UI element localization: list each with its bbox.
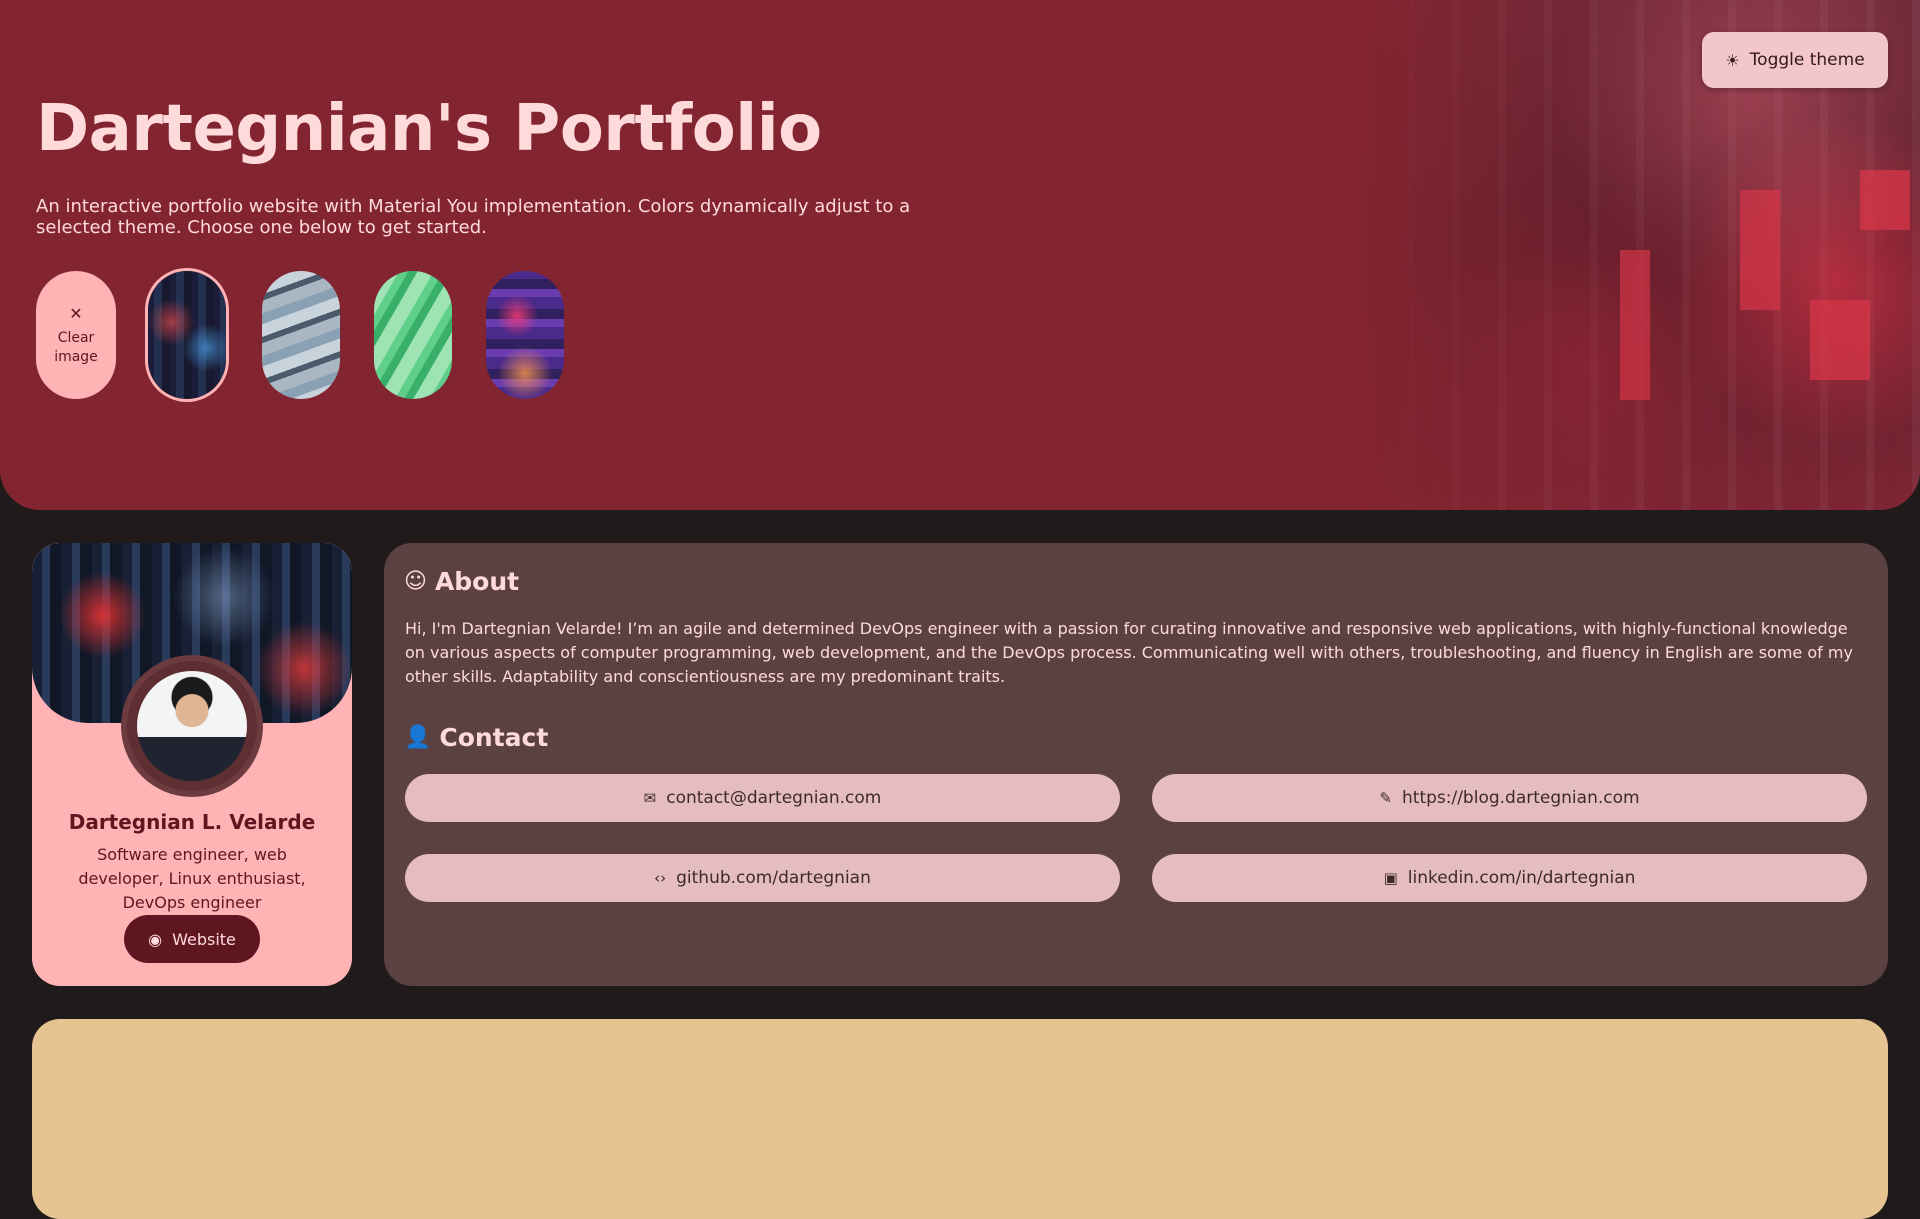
github-label: github.com/dartegnian — [676, 868, 871, 888]
blog-label: https://blog.dartegnian.com — [1402, 788, 1640, 808]
about-contact-card: ☺ About Hi, I'm Dartegnian Velarde! I’m … — [384, 543, 1888, 986]
page-title: Dartegnian's Portfolio — [36, 92, 822, 166]
clear-image-label-1: Clear — [57, 329, 95, 346]
linkedin-label: linkedin.com/in/dartegnian — [1407, 868, 1636, 888]
hero-banner: ☀ Toggle theme Dartegnian's Portfolio An… — [0, 0, 1920, 510]
globe-icon: ◉ — [148, 929, 163, 949]
about-text: Hi, I'm Dartegnian Velarde! I’m an agile… — [405, 619, 1853, 686]
face-icon: ☺ — [404, 569, 427, 594]
theme-thumbnail-green-waves[interactable] — [374, 271, 452, 399]
theme-thumbnail-city-night[interactable] — [148, 271, 226, 399]
about-heading: ☺ About — [404, 567, 519, 596]
close-icon: ✕ — [69, 303, 83, 323]
person-add-icon: 👤 — [404, 725, 432, 750]
toggle-theme-label: Toggle theme — [1749, 50, 1865, 70]
avatar-frame — [127, 661, 257, 791]
website-button[interactable]: ◉ Website — [124, 915, 260, 963]
email-link[interactable]: ✉ contact@dartegnian.com — [405, 774, 1120, 822]
clear-image-button[interactable]: ✕ Clear image — [36, 271, 116, 399]
contact-heading: 👤 Contact — [404, 723, 548, 752]
pencil-icon: ✎ — [1379, 789, 1392, 807]
next-section-card — [32, 1019, 1888, 1219]
code-icon: ‹› — [654, 869, 667, 887]
email-label: contact@dartegnian.com — [666, 788, 882, 808]
mail-icon: ✉ — [643, 789, 657, 807]
profile-role: Software engineer, web developer, Linux … — [78, 845, 306, 912]
avatar — [137, 671, 247, 781]
linkedin-link[interactable]: ▣ linkedin.com/in/dartegnian — [1152, 854, 1867, 902]
theme-thumbnail-neon-purple[interactable] — [486, 271, 564, 399]
contact-heading-label: Contact — [439, 723, 549, 752]
toggle-theme-button[interactable]: ☀ Toggle theme — [1702, 32, 1888, 88]
theme-thumbnail-architecture[interactable] — [262, 271, 340, 399]
blog-link[interactable]: ✎ https://blog.dartegnian.com — [1152, 774, 1867, 822]
profile-card: Dartegnian L. Velarde Software engineer,… — [32, 543, 352, 986]
website-label: Website — [172, 929, 236, 949]
github-link[interactable]: ‹› github.com/dartegnian — [405, 854, 1120, 902]
profile-name: Dartegnian L. Velarde — [68, 810, 316, 834]
briefcase-icon: ▣ — [1383, 869, 1398, 887]
clear-image-label-2: image — [54, 348, 98, 365]
about-heading-label: About — [434, 567, 520, 596]
page-description: An interactive portfolio website with Ma… — [36, 196, 911, 238]
sun-icon: ☀ — [1725, 50, 1740, 70]
